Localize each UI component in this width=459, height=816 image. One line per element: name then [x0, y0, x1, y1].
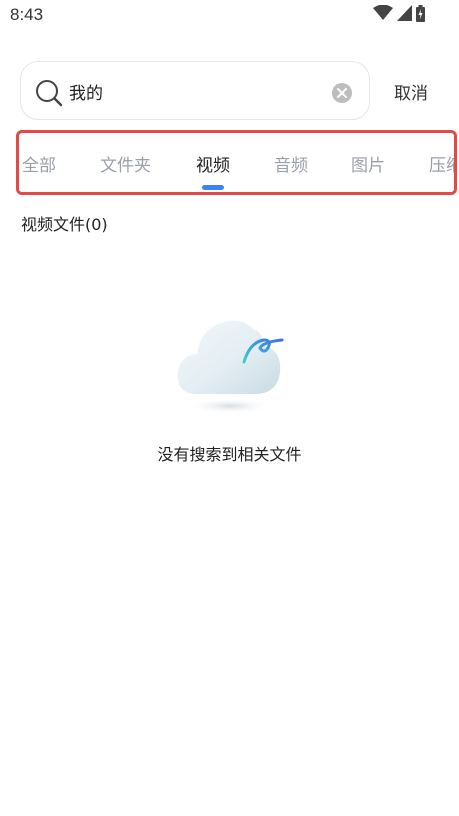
tab-indicator: [202, 185, 224, 190]
search-input[interactable]: [69, 76, 324, 106]
tab-audio[interactable]: 音频: [274, 151, 308, 176]
cell-signal-icon: [397, 5, 412, 25]
section-title: 视频文件(0): [21, 215, 108, 234]
tab-image[interactable]: 图片: [351, 151, 385, 176]
search-box[interactable]: [20, 61, 370, 120]
cancel-button[interactable]: 取消: [394, 79, 428, 104]
status-bar: 8:43: [0, 0, 459, 32]
status-time: 8:43: [10, 5, 44, 24]
status-icons: [373, 4, 425, 26]
empty-state-message: 没有搜索到相关文件: [157, 445, 302, 464]
search-icon: [35, 79, 63, 107]
search-row: 取消: [20, 61, 439, 122]
tab-all[interactable]: 全部: [22, 151, 56, 176]
clear-icon[interactable]: [331, 82, 353, 104]
cloud-icon: [168, 300, 292, 420]
tab-archive[interactable]: 压缩: [429, 151, 454, 176]
tab-video[interactable]: 视频: [196, 151, 230, 176]
wifi-icon: [373, 4, 393, 25]
tab-folder[interactable]: 文件夹: [100, 151, 151, 176]
battery-icon: [416, 4, 425, 26]
category-tabs: 全部 文件夹 视频 音频 图片 压缩: [16, 130, 457, 195]
